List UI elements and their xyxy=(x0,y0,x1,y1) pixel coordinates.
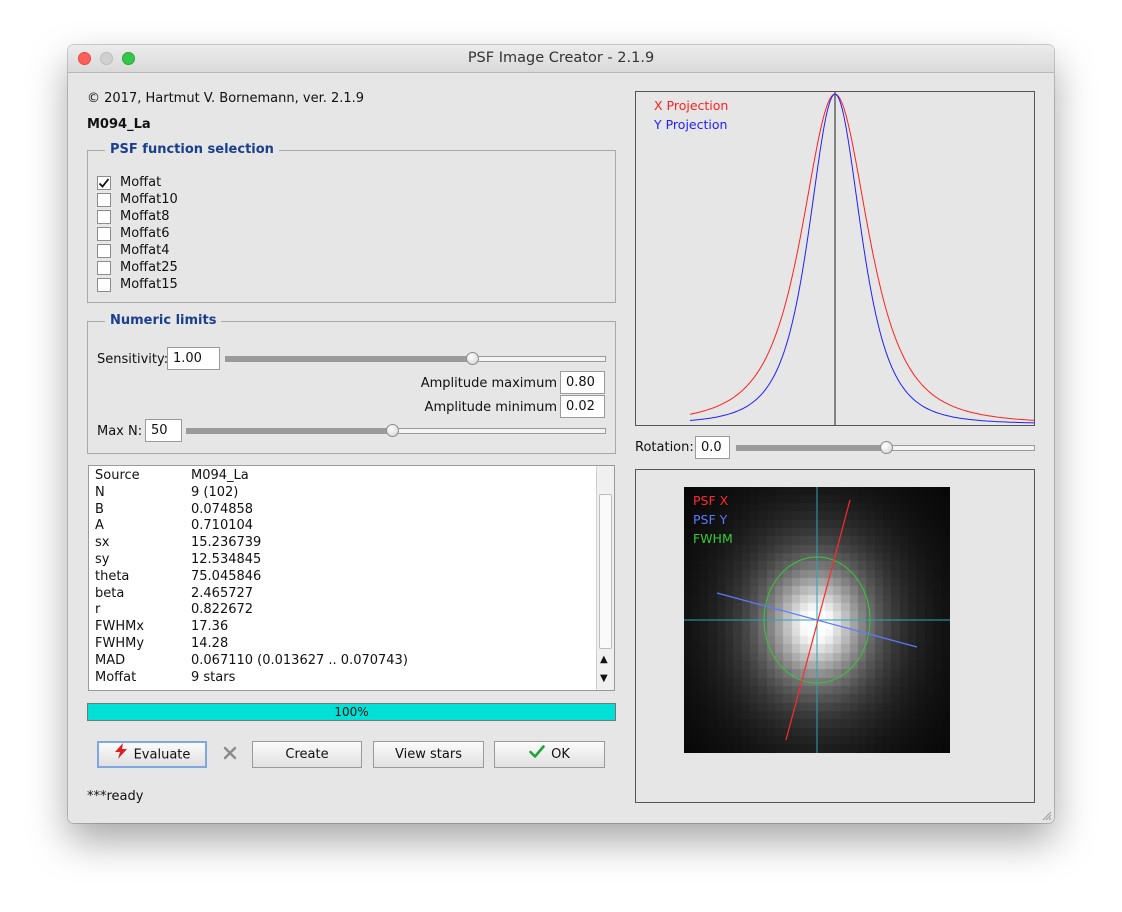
psf-option-checkbox[interactable] xyxy=(97,261,111,275)
sensitivity-slider-fill xyxy=(226,357,473,361)
result-key: MAD xyxy=(95,652,126,668)
numeric-limits-group: Numeric limits Sensitivity: 1.00 Amplitu… xyxy=(87,313,616,454)
evaluate-button-label: Evaluate xyxy=(133,747,191,763)
numeric-limits-legend: Numeric limits xyxy=(105,313,222,328)
result-value: 2.465727 xyxy=(191,585,254,601)
result-value: 14.28 xyxy=(191,636,229,651)
psf-option-checkbox[interactable] xyxy=(97,244,111,258)
amplitude-maximum-label: Amplitude maximum xyxy=(420,376,557,391)
scroll-up-arrow-icon[interactable]: ▲ xyxy=(600,654,608,665)
psf-option-label: Moffat15 xyxy=(120,277,178,292)
result-value: 9 stars xyxy=(191,669,236,685)
psf-function-selection-group: PSF function selection Moffat Moffat10 Mof… xyxy=(87,142,616,303)
sensitivity-label: Sensitivity: xyxy=(97,352,169,367)
psf-option-checkbox[interactable] xyxy=(97,210,111,224)
rotation-slider[interactable] xyxy=(736,441,1035,454)
ok-button[interactable]: OK xyxy=(494,741,605,768)
max-n-slider-knob[interactable] xyxy=(385,424,399,437)
result-key: A xyxy=(95,518,104,534)
evaluate-button[interactable]: Evaluate xyxy=(97,741,207,768)
sensitivity-slider-knob[interactable] xyxy=(466,352,480,365)
fwhm-legend: FWHM xyxy=(693,531,733,546)
result-value: 75.045846 xyxy=(191,568,262,584)
rotation-slider-knob[interactable] xyxy=(879,441,893,454)
x-projection-legend: X Projection xyxy=(654,98,729,113)
results-list[interactable]: Source M094_La N 9 (102) B 0.074858 A 0.710104 s… xyxy=(88,465,615,691)
psf-option-label: Moffat6 xyxy=(120,226,170,241)
rotation-label: Rotation: xyxy=(635,440,694,455)
psf-option-label: Moffat25 xyxy=(120,260,178,275)
result-key: sy xyxy=(95,552,110,567)
results-scrollbar-thumb[interactable] xyxy=(599,494,612,649)
psf-option-label: Moffat xyxy=(120,175,162,190)
psf-option-label: Moffat8 xyxy=(120,209,170,224)
psf-image: PSF X PSF Y FWHM xyxy=(684,487,950,753)
resize-grip-icon[interactable] xyxy=(1040,809,1052,821)
result-value: 0.067110 (0.013627 .. 0.070743) xyxy=(191,652,408,668)
max-n-slider-fill xyxy=(187,429,392,433)
result-key: theta xyxy=(95,568,130,584)
scroll-down-arrow-icon[interactable]: ▼ xyxy=(600,673,608,684)
result-value: 12.534845 xyxy=(191,552,262,567)
projection-plot-canvas xyxy=(689,92,1034,425)
result-key: Moffat xyxy=(95,669,137,685)
max-n-slider[interactable] xyxy=(186,424,606,437)
source-name: M094_La xyxy=(87,117,151,132)
result-value: 0.822672 xyxy=(191,602,254,618)
rotation-slider-fill xyxy=(737,446,886,450)
amplitude-maximum-field[interactable]: 0.80 xyxy=(560,371,605,394)
result-key: r xyxy=(95,602,101,618)
max-n-label: Max N: xyxy=(97,424,143,439)
result-key: sx xyxy=(95,535,110,551)
psf-option-checkbox[interactable] xyxy=(97,278,111,292)
progress-bar: 100% xyxy=(87,703,616,721)
y-projection-legend: Y Projection xyxy=(654,117,728,132)
result-key: N xyxy=(95,484,105,500)
lightning-icon xyxy=(114,743,128,767)
result-value: 15.236739 xyxy=(191,535,262,551)
psf-option-label: Moffat4 xyxy=(120,243,170,258)
create-button[interactable]: Create xyxy=(252,741,362,768)
projection-plot: X Projection Y Projection xyxy=(635,91,1035,426)
result-key: B xyxy=(95,501,104,517)
status-text: ***ready xyxy=(87,789,144,804)
view-stars-button[interactable]: View stars xyxy=(373,741,484,768)
psf-function-selection-legend: PSF function selection xyxy=(105,142,279,157)
sensitivity-field[interactable]: 1.00 xyxy=(167,347,220,370)
amplitude-minimum-label: Amplitude minimum xyxy=(424,400,557,415)
psf-x-legend: PSF X xyxy=(693,493,729,508)
sensitivity-slider[interactable] xyxy=(225,352,606,365)
psf-option-checkbox[interactable] xyxy=(97,227,111,241)
amplitude-minimum-field[interactable]: 0.02 xyxy=(560,395,605,418)
max-n-field[interactable]: 50 xyxy=(145,419,182,442)
rotation-field[interactable]: 0.0 xyxy=(695,436,730,459)
result-key: Source xyxy=(95,468,140,483)
y-projection-curve xyxy=(689,93,1034,424)
result-value: 0.710104 xyxy=(191,518,254,534)
result-key: FWHMx xyxy=(95,619,145,635)
cancel-x-icon[interactable] xyxy=(222,745,238,761)
result-value: 0.074858 xyxy=(191,501,254,517)
checkmark-icon xyxy=(529,742,545,767)
results-scrollbar[interactable]: ▲ ▼ xyxy=(596,466,614,690)
psf-y-legend: PSF Y xyxy=(693,512,728,527)
result-key: beta xyxy=(95,585,125,601)
checkmark-icon xyxy=(98,178,110,188)
psf-option-checkbox[interactable] xyxy=(97,176,111,190)
window-title: PSF Image Creator - 2.1.9 xyxy=(467,50,655,66)
result-key: FWHMy xyxy=(95,636,145,651)
app-window: PSF Image Creator - 2.1.9 © 2017, Hartmu… xyxy=(68,45,1054,823)
copyright-text: © 2017, Hartmut V. Bornemann, ver. 2.1.9 xyxy=(87,91,365,106)
psf-option-label: Moffat10 xyxy=(120,192,178,207)
title-bar[interactable]: PSF Image Creator - 2.1.9 xyxy=(68,45,1054,73)
psf-option-checkbox[interactable] xyxy=(97,193,111,207)
psf-image-panel: PSF X PSF Y FWHM xyxy=(635,469,1035,803)
result-value: M094_La xyxy=(191,468,249,483)
x-projection-curve xyxy=(689,93,1034,421)
result-value: 17.36 xyxy=(191,619,229,635)
result-value: 9 (102) xyxy=(191,484,239,500)
ok-button-label: OK xyxy=(551,747,570,762)
